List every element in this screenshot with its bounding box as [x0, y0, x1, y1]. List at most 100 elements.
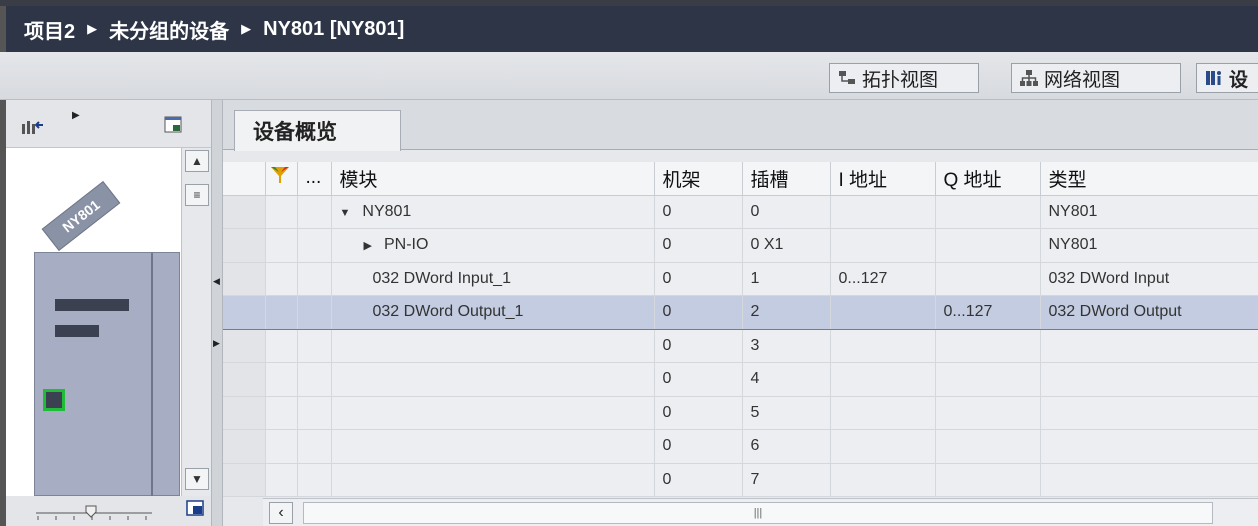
breadcrumb-separator-icon: ▶: [87, 21, 98, 36]
expand-arrow-icon[interactable]: ▶: [364, 240, 372, 252]
rack-cell: 0: [654, 362, 743, 397]
q-address-cell[interactable]: 0...127: [935, 295, 1041, 330]
slot-cell: 3: [742, 329, 831, 363]
q-address-cell[interactable]: [935, 329, 1041, 363]
scroll-down-icon[interactable]: ▼: [185, 468, 209, 490]
slot-cell: 0 X1: [742, 228, 831, 263]
navigation-view-icon[interactable]: [186, 500, 206, 518]
scroll-left-icon[interactable]: ‹: [269, 502, 293, 524]
device-overview-panel: 设备概览 ... 模块 机架 插槽 I 地址 Q 地址 类型 ▼ NY801 0…: [223, 100, 1258, 526]
q-address-cell[interactable]: [935, 463, 1041, 497]
header-q-address[interactable]: Q 地址: [935, 162, 1041, 196]
table-row[interactable]: ▼ NY801 0 0 NY801: [223, 195, 1258, 229]
device-view-tab[interactable]: 设: [1196, 63, 1258, 93]
device-view-label: 设: [1229, 69, 1249, 91]
q-address-cell[interactable]: [935, 429, 1041, 464]
header-filter-icon[interactable]: [265, 162, 298, 196]
rack-cell: 0: [654, 228, 743, 263]
i-address-cell[interactable]: 0...127: [830, 262, 936, 296]
header-module[interactable]: 模块: [331, 162, 655, 196]
i-address-cell[interactable]: [830, 463, 936, 497]
device-overview-tab[interactable]: 设备概览: [234, 110, 401, 151]
header-i-address[interactable]: I 地址: [830, 162, 936, 196]
scroll-up-icon[interactable]: ▲: [185, 150, 209, 172]
table-row[interactable]: 0 3: [223, 329, 1258, 363]
module-cell[interactable]: [331, 362, 655, 397]
expand-right-icon[interactable]: ▶: [213, 338, 220, 349]
type-cell: NY801: [1040, 228, 1258, 263]
view-switcher-bar: 拓扑视图 网络视图 设: [0, 52, 1258, 100]
rack-cell: 0: [654, 429, 743, 464]
slot-cell: 1: [742, 262, 831, 296]
device-graphic-panel: ▶ NY801 ▲ ≡ ▼: [0, 100, 211, 526]
breadcrumb-group[interactable]: 未分组的设备: [109, 15, 229, 44]
module-cell[interactable]: 032 DWord Output_1: [331, 295, 655, 330]
i-address-cell[interactable]: [830, 329, 936, 363]
topology-icon: [838, 69, 856, 87]
table-row[interactable]: 0 6: [223, 429, 1258, 464]
table-row-selected[interactable]: 032 DWord Output_1 0 2 0...127 032 DWord…: [223, 295, 1258, 330]
table-header-row: ... 模块 机架 插槽 I 地址 Q 地址 类型: [223, 162, 1258, 196]
q-address-cell[interactable]: [935, 262, 1041, 296]
scroll-menu-icon[interactable]: ≡: [185, 184, 209, 206]
i-address-cell[interactable]: [830, 396, 936, 430]
topology-view-tab[interactable]: 拓扑视图: [829, 63, 979, 93]
expand-arrow-icon[interactable]: ▶: [72, 110, 80, 121]
module-cell[interactable]: [331, 429, 655, 464]
left-panel-toolbar: ▶: [6, 100, 211, 148]
zoom-slider[interactable]: [34, 504, 154, 522]
table-row[interactable]: 032 DWord Input_1 0 1 0...127 032 DWord …: [223, 262, 1258, 296]
table-row[interactable]: 0 4: [223, 362, 1258, 397]
table-row[interactable]: ▶ PN-IO 0 0 X1 NY801: [223, 228, 1258, 263]
panel-properties-icon[interactable]: [164, 116, 184, 134]
slot-cell: 6: [742, 429, 831, 464]
module-cell[interactable]: ▼ NY801: [331, 195, 655, 229]
i-address-cell[interactable]: [830, 362, 936, 397]
i-address-cell[interactable]: [830, 228, 936, 263]
topology-view-label: 拓扑视图: [862, 69, 939, 91]
i-address-cell[interactable]: [830, 295, 936, 330]
left-panel-scrollbar[interactable]: ▲ ≡ ▼: [181, 148, 211, 496]
device-canvas[interactable]: NY801: [6, 148, 181, 497]
panel-splitter[interactable]: ◀ ▶: [211, 100, 223, 526]
network-view-tab[interactable]: 网络视图: [1011, 63, 1181, 93]
i-address-cell[interactable]: [830, 195, 936, 229]
network-icon: [1020, 69, 1038, 87]
device-module-graphic[interactable]: [34, 252, 180, 497]
q-address-cell[interactable]: [935, 195, 1041, 229]
breadcrumb-project[interactable]: 项目2: [24, 15, 75, 44]
q-address-cell[interactable]: [935, 362, 1041, 397]
header-slot[interactable]: 插槽: [742, 162, 831, 196]
type-cell: [1040, 329, 1258, 363]
scrollbar-thumb[interactable]: |||: [303, 502, 1213, 524]
device-display-bar-short: [55, 325, 99, 337]
collapse-arrow-icon[interactable]: ▼: [340, 207, 351, 219]
header-rack[interactable]: 机架: [654, 162, 743, 196]
rack-cell: 0: [654, 295, 743, 330]
ethernet-port-icon[interactable]: [43, 389, 65, 411]
type-cell: [1040, 362, 1258, 397]
horizontal-scrollbar[interactable]: ‹ |||: [263, 498, 1258, 526]
q-address-cell[interactable]: [935, 228, 1041, 263]
module-cell[interactable]: ▶ PN-IO: [331, 228, 655, 263]
type-cell: [1040, 396, 1258, 430]
collapse-left-icon[interactable]: ◀: [213, 276, 220, 287]
i-address-cell[interactable]: [830, 429, 936, 464]
module-cell[interactable]: [331, 396, 655, 430]
breadcrumb-device[interactable]: NY801 [NY801]: [263, 18, 404, 41]
module-cell[interactable]: [331, 463, 655, 497]
module-cell[interactable]: [331, 329, 655, 363]
table-row[interactable]: 0 5: [223, 396, 1258, 430]
pin-device-icon[interactable]: [20, 116, 44, 136]
q-address-cell[interactable]: [935, 396, 1041, 430]
slot-cell: 4: [742, 362, 831, 397]
rack-cell: 0: [654, 396, 743, 430]
rack-cell: 0: [654, 329, 743, 363]
slot-cell: 2: [742, 295, 831, 330]
device-slot-divider: [151, 253, 153, 497]
header-type[interactable]: 类型: [1040, 162, 1258, 196]
table-row[interactable]: 0 7: [223, 463, 1258, 497]
type-cell: NY801: [1040, 195, 1258, 229]
module-cell[interactable]: 032 DWord Input_1: [331, 262, 655, 296]
header-more[interactable]: ...: [297, 162, 332, 196]
